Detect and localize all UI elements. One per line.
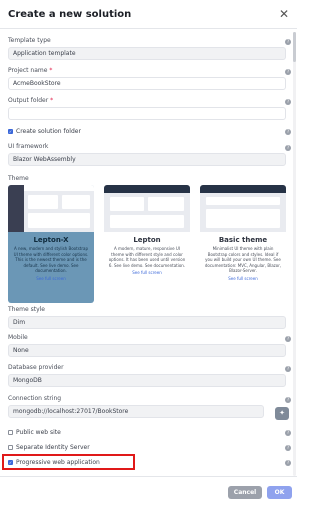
see-full-screen-link[interactable]: See full screen bbox=[104, 270, 190, 275]
see-full-screen-link[interactable]: See full screen bbox=[200, 276, 286, 281]
theme-card-lepton-x[interactable]: Lepton-X A new, modern and stylish Boots… bbox=[8, 185, 94, 303]
theme-card-basic[interactable]: Basic theme Minimalist UI theme with pla… bbox=[200, 185, 286, 303]
ok-button[interactable]: OK bbox=[267, 486, 292, 499]
theme-description: A modern, mature, responsive UI theme wi… bbox=[108, 246, 186, 268]
project-name-field: Project name * AcmeBookStore ? bbox=[8, 67, 291, 90]
help-icon[interactable]: ? bbox=[285, 336, 291, 342]
connection-string-label: Connection string bbox=[8, 395, 62, 402]
template-type-field: Template type Application template ? bbox=[8, 37, 291, 60]
theme-preview-image bbox=[104, 185, 190, 232]
help-icon[interactable]: ? bbox=[285, 429, 291, 436]
help-icon[interactable]: ? bbox=[285, 128, 291, 135]
create-solution-folder-checkbox[interactable]: ✓ bbox=[8, 129, 13, 134]
scrollbar-thumb[interactable] bbox=[293, 32, 296, 62]
theme-preview-image bbox=[200, 185, 286, 232]
create-solution-folder-row[interactable]: ✓ Create solution folder ? bbox=[8, 127, 291, 136]
theme-description: Minimalist UI theme with plain Bootstrap… bbox=[204, 246, 282, 273]
output-folder-input[interactable] bbox=[8, 107, 286, 120]
theme-card-lepton[interactable]: Lepton A modern, mature, responsive UI t… bbox=[104, 185, 190, 303]
close-icon[interactable]: ✕ bbox=[279, 8, 289, 20]
help-icon[interactable]: ? bbox=[285, 39, 291, 45]
theme-style-label: Theme style bbox=[8, 306, 45, 313]
dialog-body: Template type Application template ? Pro… bbox=[0, 30, 297, 476]
mobile-select[interactable]: None bbox=[8, 344, 286, 357]
database-provider-field: Database provider MongoDB ? bbox=[8, 364, 291, 387]
output-folder-field: Output folder * ? bbox=[8, 97, 291, 120]
required-mark: * bbox=[49, 67, 53, 74]
separate-identity-server-row[interactable]: Separate Identity Server ? bbox=[8, 443, 291, 452]
see-full-screen-link[interactable]: See full screen bbox=[8, 276, 94, 281]
theme-name: Lepton bbox=[133, 236, 161, 244]
test-connection-button[interactable]: ✦ bbox=[275, 407, 289, 420]
project-name-label: Project name bbox=[8, 67, 48, 74]
ui-framework-field: UI framework Blazor WebAssembly ? bbox=[8, 143, 291, 166]
help-icon[interactable]: ? bbox=[285, 444, 291, 451]
template-type-label: Template type bbox=[8, 37, 51, 44]
separate-identity-server-checkbox[interactable] bbox=[8, 445, 13, 450]
theme-name: Lepton-X bbox=[33, 236, 69, 244]
required-mark: * bbox=[50, 97, 54, 104]
mobile-field: Mobile None ? bbox=[8, 334, 291, 357]
public-web-site-label: Public web site bbox=[16, 429, 61, 436]
dialog-title: Create a new solution bbox=[8, 8, 132, 20]
highlight-box bbox=[2, 454, 135, 470]
theme-label: Theme bbox=[8, 175, 29, 182]
help-icon[interactable]: ? bbox=[285, 459, 291, 466]
lightbulb-icon: ✦ bbox=[279, 409, 285, 417]
theme-style-select[interactable]: Dim bbox=[8, 316, 286, 329]
theme-description: A new, modern and stylish Bootstrap UI t… bbox=[13, 246, 89, 273]
dialog-header: Create a new solution ✕ bbox=[0, 0, 297, 29]
ui-framework-select[interactable]: Blazor WebAssembly bbox=[8, 153, 286, 166]
scrollbar[interactable] bbox=[293, 32, 296, 476]
help-icon[interactable]: ? bbox=[285, 366, 291, 372]
theme-field: Theme bbox=[8, 175, 286, 183]
theme-style-field: Theme style Dim bbox=[8, 306, 286, 329]
template-type-select[interactable]: Application template bbox=[8, 47, 286, 60]
theme-cards: Lepton-X A new, modern and stylish Boots… bbox=[8, 185, 286, 303]
create-solution-dialog: Create a new solution ✕ Template type Ap… bbox=[0, 0, 297, 508]
public-web-site-checkbox[interactable] bbox=[8, 430, 13, 435]
dialog-footer: Cancel OK bbox=[0, 476, 297, 508]
output-folder-label: Output folder bbox=[8, 97, 49, 104]
database-provider-select[interactable]: MongoDB bbox=[8, 374, 286, 387]
separate-identity-server-label: Separate Identity Server bbox=[16, 444, 90, 451]
connection-string-input[interactable]: mongodb://localhost:27017/BookStore bbox=[8, 405, 264, 418]
database-provider-label: Database provider bbox=[8, 364, 64, 371]
project-name-input[interactable]: AcmeBookStore bbox=[8, 77, 286, 90]
public-web-site-row[interactable]: Public web site ? bbox=[8, 428, 291, 437]
cancel-button[interactable]: Cancel bbox=[228, 486, 262, 499]
help-icon[interactable]: ? bbox=[285, 397, 291, 403]
help-icon[interactable]: ? bbox=[285, 99, 291, 105]
help-icon[interactable]: ? bbox=[285, 69, 291, 75]
ui-framework-label: UI framework bbox=[8, 143, 49, 150]
theme-preview-image bbox=[8, 185, 94, 232]
create-solution-folder-label: Create solution folder bbox=[16, 128, 81, 135]
theme-name: Basic theme bbox=[218, 236, 268, 244]
mobile-label: Mobile bbox=[8, 334, 28, 341]
connection-string-field: Connection string mongodb://localhost:27… bbox=[8, 395, 291, 418]
help-icon[interactable]: ? bbox=[285, 145, 291, 151]
